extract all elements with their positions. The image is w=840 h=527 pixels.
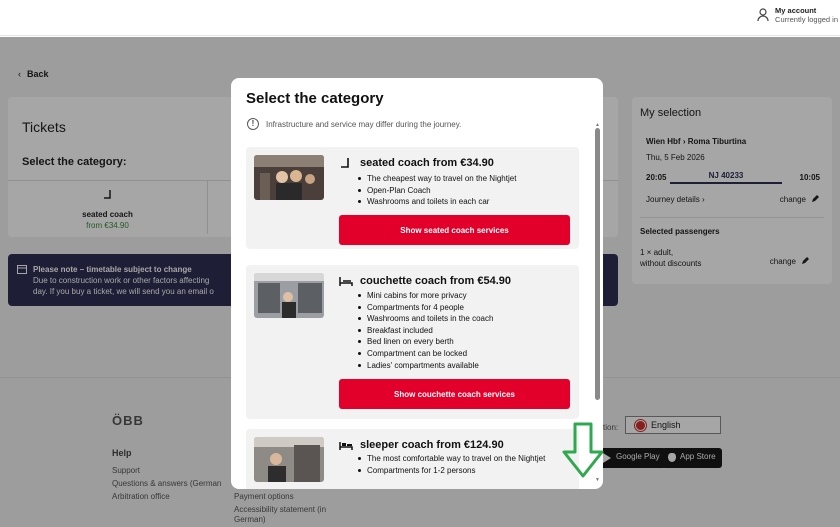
show-couchette-services-button[interactable]: Show couchette coach services bbox=[339, 379, 570, 409]
seat-icon bbox=[341, 158, 349, 168]
feature-list: Mini cabins for more privacy Compartment… bbox=[358, 290, 567, 372]
feature-list: The cheapest way to travel on the Nightj… bbox=[358, 173, 567, 208]
info-icon: ! bbox=[247, 118, 259, 130]
card-title: couchette coach from €54.90 bbox=[360, 275, 512, 287]
sleeper-coach-photo bbox=[254, 437, 324, 482]
account-label: My account bbox=[775, 6, 817, 15]
list-item: Open-Plan Coach bbox=[358, 185, 567, 197]
account-status: Currently logged in bbox=[775, 15, 838, 24]
list-item: Washrooms and toilets in each car bbox=[358, 196, 567, 208]
list-item: Mini cabins for more privacy bbox=[358, 290, 567, 302]
list-item: The most comfortable way to travel on th… bbox=[358, 453, 567, 465]
category-card-seated: seated coach from €34.90 The cheapest wa… bbox=[246, 147, 579, 249]
list-item: Bed linen on every berth bbox=[358, 336, 567, 348]
couchette-icon bbox=[339, 277, 353, 286]
bed-icon bbox=[339, 442, 353, 450]
list-item: Ladies' compartments available bbox=[358, 360, 567, 372]
list-item: The cheapest way to travel on the Nightj… bbox=[358, 173, 567, 185]
seated-coach-photo bbox=[254, 155, 324, 200]
list-item: Compartment can be locked bbox=[358, 348, 567, 360]
list-item: Compartments for 1-2 persons bbox=[358, 465, 567, 477]
top-bar: My account Currently logged in bbox=[0, 0, 840, 36]
dialog-title: Select the category bbox=[246, 90, 384, 107]
list-item: Breakfast included bbox=[358, 325, 567, 337]
arrow-down-icon bbox=[562, 422, 604, 478]
category-card-couchette: couchette coach from €54.90 Mini cabins … bbox=[246, 265, 579, 419]
list-item: Washrooms and toilets in the coach bbox=[358, 313, 567, 325]
feature-list: The most comfortable way to travel on th… bbox=[358, 453, 567, 477]
account-menu[interactable]: My account Currently logged in bbox=[757, 6, 838, 24]
list-item: Compartments for 4 people bbox=[358, 302, 567, 314]
card-title: sleeper coach from €124.90 bbox=[360, 439, 504, 451]
couchette-coach-photo bbox=[254, 273, 324, 318]
scrollbar-thumb[interactable] bbox=[595, 128, 600, 400]
user-icon bbox=[757, 8, 769, 22]
category-card-sleeper: sleeper coach from €124.90 The most comf… bbox=[246, 429, 579, 489]
card-title: seated coach from €34.90 bbox=[360, 157, 494, 169]
show-seated-services-button[interactable]: Show seated coach services bbox=[339, 215, 570, 245]
select-category-dialog: Select the category ! Infrastructure and… bbox=[231, 78, 603, 489]
info-text: Infrastructure and service may differ du… bbox=[266, 120, 462, 129]
